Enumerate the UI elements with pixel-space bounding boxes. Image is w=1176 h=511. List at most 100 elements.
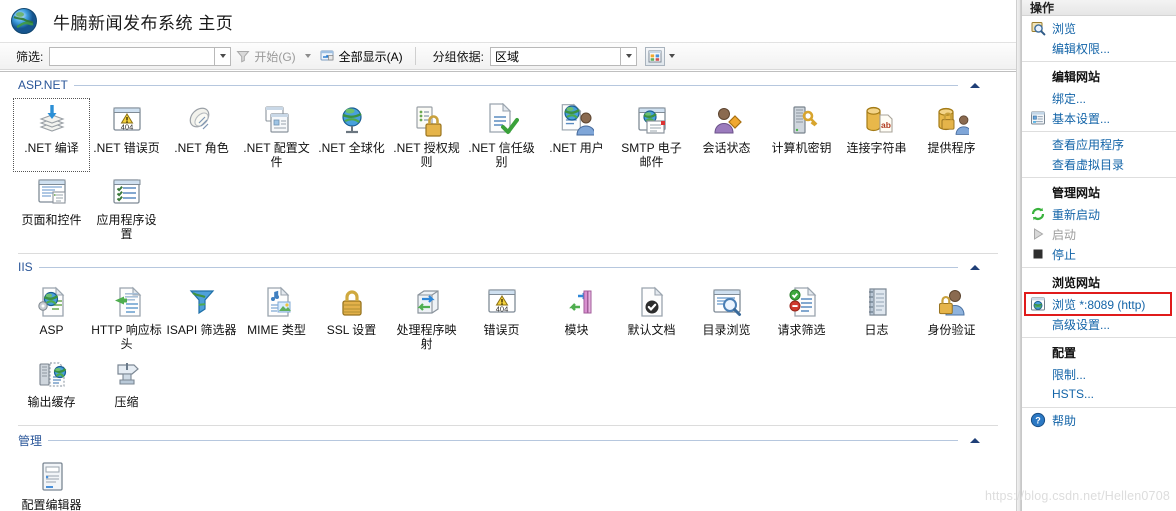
funnel-icon	[236, 49, 250, 63]
feature-tile-label: .NET 用户	[549, 141, 604, 155]
action-item[interactable]: 绑定...	[1022, 88, 1176, 108]
feature-tile[interactable]: 模块	[539, 281, 614, 353]
feature-tile[interactable]: .NET 信任级别	[464, 99, 539, 171]
feature-tile[interactable]: 身份验证	[914, 281, 989, 353]
actions-group: 配置 限制... HSTS...	[1022, 337, 1176, 407]
stop-icon	[1030, 246, 1048, 262]
net-users-icon	[560, 103, 594, 137]
restart-icon	[1030, 206, 1048, 222]
action-item[interactable]: 浏览 *:8089 (http)	[1022, 292, 1176, 316]
feature-tile[interactable]: ab 连接字符串	[839, 99, 914, 171]
feature-tile[interactable]: 页面和控件	[14, 171, 89, 243]
chevron-up-icon[interactable]	[964, 438, 986, 443]
feature-tile[interactable]: 404 错误页	[464, 281, 539, 353]
group-by-label: 分组依据:	[432, 49, 485, 64]
page-title: 牛腩新闻发布系统 主页	[53, 13, 234, 33]
action-item-label: 绑定...	[1052, 91, 1087, 106]
handler-mappings-icon	[410, 285, 444, 319]
action-item[interactable]: 高级设置...	[1022, 314, 1176, 334]
action-item[interactable]: 浏览	[1022, 18, 1176, 38]
action-item[interactable]: 停止	[1022, 244, 1176, 264]
feature-tile[interactable]: 配置编辑器	[14, 456, 89, 511]
action-item[interactable]: 查看虚拟目录	[1022, 154, 1176, 174]
action-item[interactable]: 重新启动	[1022, 204, 1176, 224]
show-all-button[interactable]: 全部显示(A)	[315, 47, 408, 66]
action-item-label: 查看应用程序	[1052, 137, 1125, 152]
action-item[interactable]: 限制...	[1022, 364, 1176, 384]
feature-tile[interactable]: 日志	[839, 281, 914, 353]
group-by-value[interactable]: 区域	[490, 46, 621, 66]
feature-tile-label: ISAPI 筛选器	[166, 323, 237, 337]
logging-icon	[860, 285, 894, 319]
action-item[interactable]: 基本设置...	[1022, 108, 1176, 128]
feature-tile[interactable]: 计算机密钥	[764, 99, 839, 171]
feature-tile[interactable]: .NET 编译	[13, 98, 90, 172]
feature-tile[interactable]: SMTP 电子邮件	[614, 99, 689, 171]
feature-tile-label: SSL 设置	[326, 323, 377, 337]
action-item-label: 基本设置...	[1052, 111, 1111, 126]
chevron-up-icon[interactable]	[964, 82, 986, 88]
go-label: 开始(G)	[254, 49, 296, 64]
feature-tile[interactable]: 处理程序映射	[389, 281, 464, 353]
feature-tile[interactable]: 目录浏览	[689, 281, 764, 353]
filter-input[interactable]	[49, 46, 215, 66]
feature-tile[interactable]: .NET 角色	[164, 99, 239, 171]
feature-tile[interactable]: 输出缓存	[14, 353, 89, 415]
help-icon: ?	[1030, 412, 1048, 428]
feature-tile[interactable]: 请求筛选	[764, 281, 839, 353]
feature-tile-label: 压缩	[114, 395, 139, 409]
show-all-icon	[320, 49, 335, 63]
net-roles-icon	[185, 103, 219, 137]
feature-tile[interactable]: MIME 类型	[239, 281, 314, 353]
action-item-label: 高级设置...	[1052, 317, 1111, 332]
action-item-label: 编辑权限...	[1052, 41, 1111, 56]
directory-browsing-icon	[710, 285, 744, 319]
modules-icon	[560, 285, 594, 319]
actions-group: 浏览编辑权限...	[1022, 16, 1176, 61]
chevron-up-icon[interactable]	[964, 264, 986, 270]
toolbar-separator	[414, 47, 416, 65]
feature-tile[interactable]: 提供程序	[914, 99, 989, 171]
feature-tile[interactable]: .NET 授权规则	[389, 99, 464, 171]
feature-tile-label: 默认文档	[627, 323, 676, 337]
page-header: 牛腩新闻发布系统 主页	[0, 0, 1016, 42]
feature-tile[interactable]: ISAPI 筛选器	[164, 281, 239, 353]
feature-tile-label: .NET 角色	[174, 141, 229, 155]
actions-group: ? 帮助	[1022, 407, 1176, 433]
feature-tile[interactable]: 压缩	[89, 353, 164, 415]
feature-tile-label: 身份验证	[927, 323, 976, 337]
go-split-button[interactable]	[301, 54, 315, 58]
view-mode-split-button[interactable]	[665, 54, 679, 58]
feature-tile-label: 处理程序映射	[396, 323, 457, 351]
feature-tile[interactable]: HTTP 响应标头	[89, 281, 164, 353]
action-item-label: 帮助	[1052, 413, 1077, 428]
feature-tile[interactable]: 404 .NET 错误页	[89, 99, 164, 171]
actions-group-header: 编辑网站	[1052, 70, 1101, 84]
section-rule	[73, 84, 958, 86]
feature-tile[interactable]: .NET 用户	[539, 99, 614, 171]
basic-settings-icon	[1030, 110, 1048, 126]
action-item-label: HSTS...	[1052, 387, 1095, 401]
svg-text:404: 404	[495, 305, 508, 314]
go-button[interactable]: 开始(G)	[231, 47, 300, 66]
feature-tile[interactable]: SSL 设置	[314, 281, 389, 353]
feature-tile[interactable]: 默认文档	[614, 281, 689, 353]
view-mode-button[interactable]	[645, 46, 666, 66]
action-item[interactable]: 编辑权限...	[1022, 38, 1176, 58]
action-item[interactable]: ? 帮助	[1022, 410, 1176, 430]
feature-tile-label: SMTP 电子邮件	[621, 141, 682, 169]
application-settings-icon	[110, 175, 144, 209]
group-by-dropdown-button[interactable]	[620, 46, 638, 66]
action-item[interactable]: HSTS...	[1022, 384, 1176, 404]
error-pages-icon: 404	[485, 285, 519, 319]
feature-tile[interactable]: 应用程序设置	[89, 171, 164, 243]
chevron-down-icon	[625, 54, 632, 58]
action-item[interactable]: 查看应用程序	[1022, 134, 1176, 154]
request-filtering-icon	[785, 285, 819, 319]
filter-dropdown-button[interactable]	[214, 46, 232, 66]
action-item-label: 启动	[1052, 227, 1077, 242]
feature-tile[interactable]: .NET 全球化	[314, 99, 389, 171]
feature-tile[interactable]: .NET 配置文件	[239, 99, 314, 171]
feature-tile[interactable]: 会话状态	[689, 99, 764, 171]
feature-tile[interactable]: ASP	[14, 281, 89, 353]
